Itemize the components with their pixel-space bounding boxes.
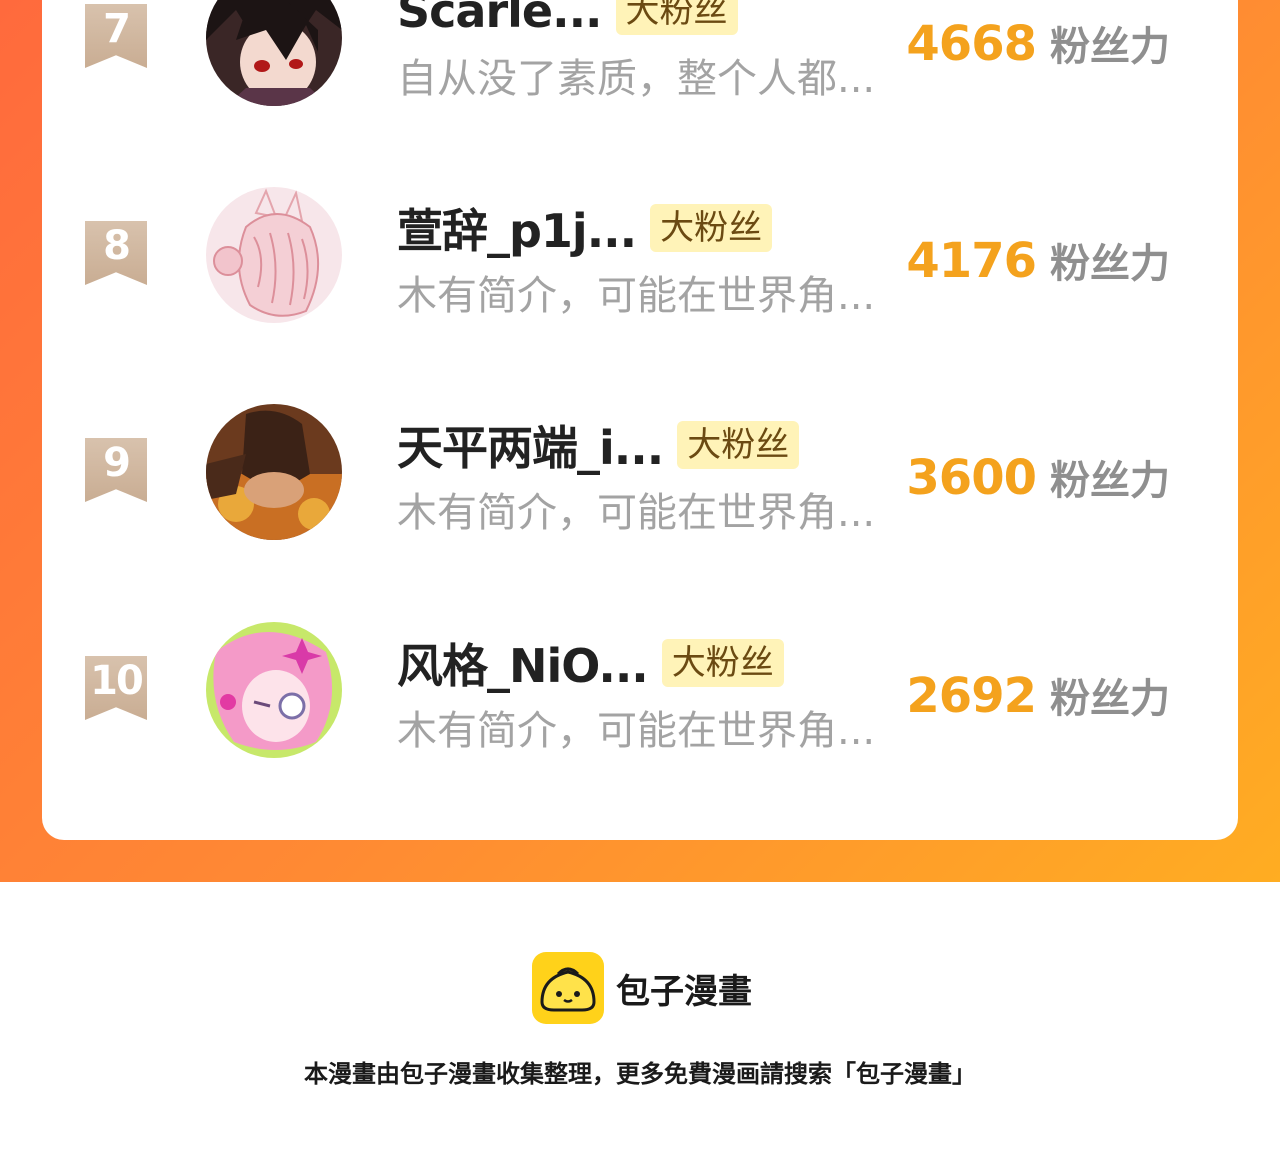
ranking-row[interactable]: 8 萱辞_p1j... 大粉丝 木有简介，可能在世界角... 4176 粉丝力 [42,187,1238,327]
fan-power: 2692 粉丝力 [906,666,1170,724]
name-line: 萱辞_p1j... 大粉丝 [397,201,773,258]
rank-badge: 9 [85,438,147,502]
avatar[interactable] [206,187,342,323]
fan-power-unit: 粉丝力 [1050,24,1170,70]
name-line: 风格_NiO... 大粉丝 [397,636,784,693]
user-bio: 自从没了素质，整个人都... [397,56,876,102]
user-bio: 木有简介，可能在世界角... [397,273,876,319]
avatar-image [206,187,342,323]
fan-power-value: 2692 [906,668,1037,724]
ranking-row[interactable]: 7 Scarle... 大粉丝 自从没了素质，整个人都... 4668 粉丝力 [42,0,1238,110]
user-name[interactable]: 风格_NiO... [397,630,649,696]
fan-power-unit: 粉丝力 [1050,676,1170,722]
avatar-image [206,622,342,758]
user-name[interactable]: 天平两端_i... [397,412,664,478]
user-name[interactable]: Scarle... [397,0,603,38]
baozi-bun-icon [532,952,604,1024]
name-line: Scarle... 大粉丝 [397,0,738,38]
fan-level-badge: 大粉丝 [661,639,784,687]
fan-level-badge: 大粉丝 [615,0,738,35]
ranking-card: 7 Scarle... 大粉丝 自从没了素质，整个人都... 4668 粉丝力 … [42,0,1238,840]
user-bio: 木有简介，可能在世界角... [397,708,876,754]
fan-power-unit: 粉丝力 [1050,458,1170,504]
avatar[interactable] [206,0,342,106]
fan-power: 3600 粉丝力 [906,448,1170,506]
fan-power-value: 4176 [906,233,1037,289]
fan-power-value: 3600 [906,450,1037,506]
fan-level-badge: 大粉丝 [677,421,800,469]
rank-badge: 8 [85,221,147,285]
ranking-frame: 7 Scarle... 大粉丝 自从没了素质，整个人都... 4668 粉丝力 … [0,0,1280,882]
ranking-row[interactable]: 10 风格_NiO... 大粉丝 木有简介，可能在世界角... 2692 粉丝力 [42,622,1238,762]
avatar-image [206,404,342,540]
name-line: 天平两端_i... 大粉丝 [397,418,800,475]
footer-note: 本漫畫由包子漫畫收集整理，更多免費漫画請搜索「包子漫畫」 [304,1060,976,1088]
user-name[interactable]: 萱辞_p1j... [397,195,637,261]
avatar-image [206,0,342,106]
fan-power: 4668 粉丝力 [906,14,1170,72]
fan-power: 4176 粉丝力 [906,231,1170,289]
avatar[interactable] [206,404,342,540]
brand-name: 包子漫畫 [616,971,752,1012]
avatar[interactable] [206,622,342,758]
fan-level-badge: 大粉丝 [650,204,773,252]
rank-badge: 10 [85,656,147,720]
fan-power-unit: 粉丝力 [1050,241,1170,287]
fan-power-value: 4668 [906,16,1037,72]
rank-badge: 7 [85,4,147,68]
user-bio: 木有简介，可能在世界角... [397,490,876,536]
ranking-row[interactable]: 9 天平两端_i... 大粉丝 木有简介，可能在世界角... 3600 粉丝力 [42,404,1238,544]
brand-logo[interactable]: 包子漫畫 [532,952,752,1024]
